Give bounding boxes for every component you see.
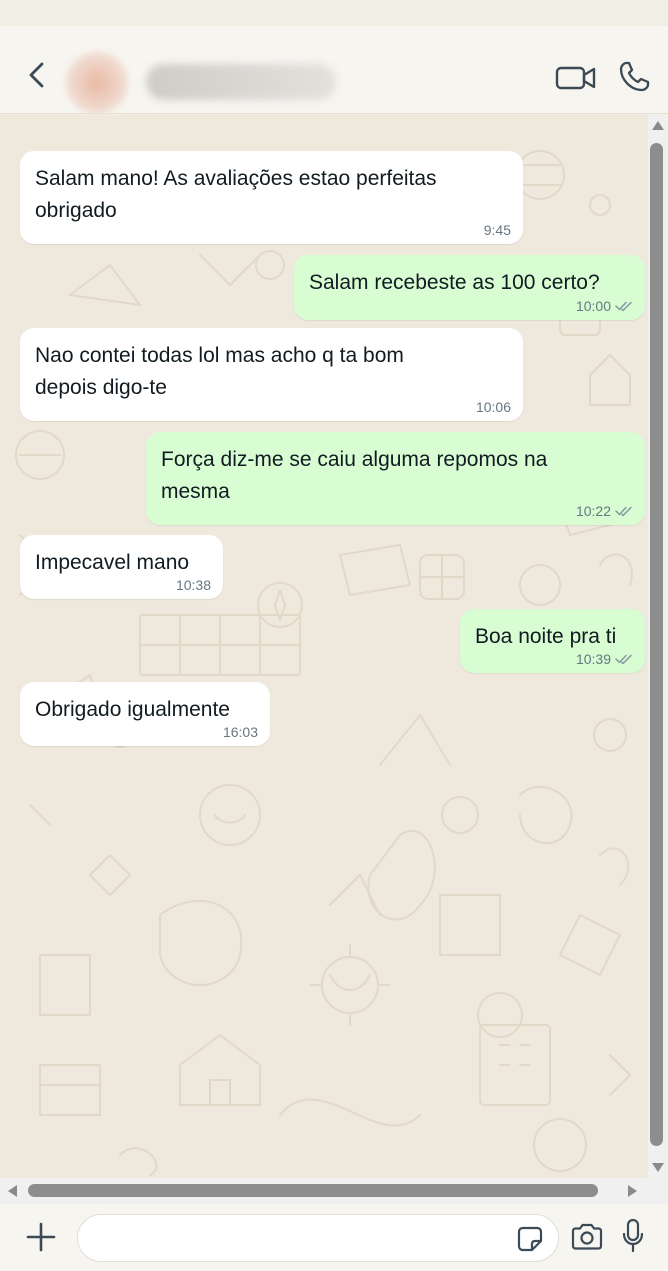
message-meta: 10:06 bbox=[476, 399, 511, 415]
message-time: 10:39 bbox=[575, 651, 611, 667]
message-text-line: Nao contei todas lol mas acho q ta bom bbox=[35, 344, 404, 367]
sticker-icon bbox=[517, 1226, 543, 1252]
message-meta: 10:39 bbox=[576, 651, 633, 667]
message-meta: 10:00 bbox=[576, 298, 633, 314]
message-time: 10:00 bbox=[575, 298, 611, 314]
scroll-left-arrow-icon[interactable] bbox=[8, 1185, 17, 1197]
scroll-right-arrow-icon[interactable] bbox=[628, 1185, 637, 1197]
camera-button[interactable] bbox=[570, 1222, 604, 1252]
horizontal-scrollbar[interactable] bbox=[0, 1178, 648, 1204]
contact-name[interactable] bbox=[146, 64, 336, 100]
message-meta: 16:03 bbox=[223, 724, 258, 740]
message-text-line: Salam recebeste as 100 certo? bbox=[309, 271, 600, 294]
message-time: 16:03 bbox=[222, 724, 258, 740]
chevron-left-icon bbox=[29, 62, 44, 88]
message-bubble-incoming[interactable]: Obrigado igualmente 16:03 bbox=[20, 682, 270, 746]
message-text-line: Força diz-me se caiu alguma repomos na bbox=[161, 448, 548, 471]
scroll-up-arrow-icon[interactable] bbox=[652, 121, 664, 130]
phone-icon bbox=[619, 61, 650, 92]
chat-area[interactable]: Salam mano! As avaliações estao perfeita… bbox=[0, 115, 668, 1178]
voice-call-button[interactable] bbox=[617, 60, 651, 94]
scroll-down-arrow-icon[interactable] bbox=[652, 1163, 664, 1172]
message-time: 9:45 bbox=[483, 222, 511, 238]
message-bubble-incoming[interactable]: Nao contei todas lol mas acho q ta bom d… bbox=[20, 328, 523, 421]
sticker-button[interactable] bbox=[516, 1225, 544, 1253]
plus-icon bbox=[26, 1222, 56, 1252]
message-bubble-outgoing[interactable]: Força diz-me se caiu alguma repomos na m… bbox=[146, 432, 645, 525]
message-meta: 10:22 bbox=[576, 503, 633, 519]
message-input[interactable] bbox=[94, 1221, 504, 1255]
chat-header bbox=[0, 26, 668, 114]
camera-icon bbox=[571, 1223, 603, 1250]
message-text-line: Boa noite pra ti bbox=[475, 625, 617, 648]
status-strip bbox=[0, 0, 668, 26]
message-input-wrapper[interactable] bbox=[77, 1214, 559, 1262]
video-camera-icon bbox=[555, 66, 596, 90]
message-bubble-outgoing[interactable]: Salam recebeste as 100 certo? 10:00 bbox=[294, 255, 645, 320]
message-time: 10:38 bbox=[175, 577, 211, 593]
message-meta: 10:38 bbox=[176, 577, 211, 593]
back-button[interactable] bbox=[22, 60, 52, 90]
message-time: 10:22 bbox=[575, 503, 611, 519]
message-bubble-incoming[interactable]: Impecavel mano 10:38 bbox=[20, 535, 223, 599]
message-text-line: mesma bbox=[161, 480, 230, 503]
microphone-button[interactable] bbox=[622, 1218, 644, 1254]
message-text-line: depois digo-te bbox=[35, 376, 167, 399]
message-meta: 9:45 bbox=[484, 222, 511, 238]
horizontal-scroll-thumb[interactable] bbox=[28, 1184, 598, 1197]
vertical-scroll-thumb[interactable] bbox=[650, 143, 663, 1146]
message-bubble-incoming[interactable]: Salam mano! As avaliações estao perfeita… bbox=[20, 151, 523, 244]
double-check-icon bbox=[615, 301, 632, 312]
attach-button[interactable] bbox=[24, 1220, 58, 1254]
message-text-line: Impecavel mano bbox=[35, 551, 190, 574]
microphone-icon bbox=[622, 1218, 644, 1253]
composer-bar bbox=[0, 1204, 668, 1271]
contact-avatar[interactable] bbox=[66, 52, 128, 114]
message-text-line: Salam mano! As avaliações estao perfeita… bbox=[35, 167, 437, 190]
double-check-icon bbox=[615, 506, 632, 517]
video-call-button[interactable] bbox=[555, 64, 597, 92]
message-time: 10:06 bbox=[475, 399, 511, 415]
message-text-line: Obrigado igualmente bbox=[35, 698, 230, 721]
double-check-icon bbox=[615, 654, 632, 665]
message-text-line: obrigado bbox=[35, 199, 117, 222]
message-bubble-outgoing[interactable]: Boa noite pra ti 10:39 bbox=[460, 609, 645, 673]
vertical-scrollbar[interactable] bbox=[648, 115, 668, 1178]
scrollbar-corner bbox=[648, 1178, 668, 1204]
